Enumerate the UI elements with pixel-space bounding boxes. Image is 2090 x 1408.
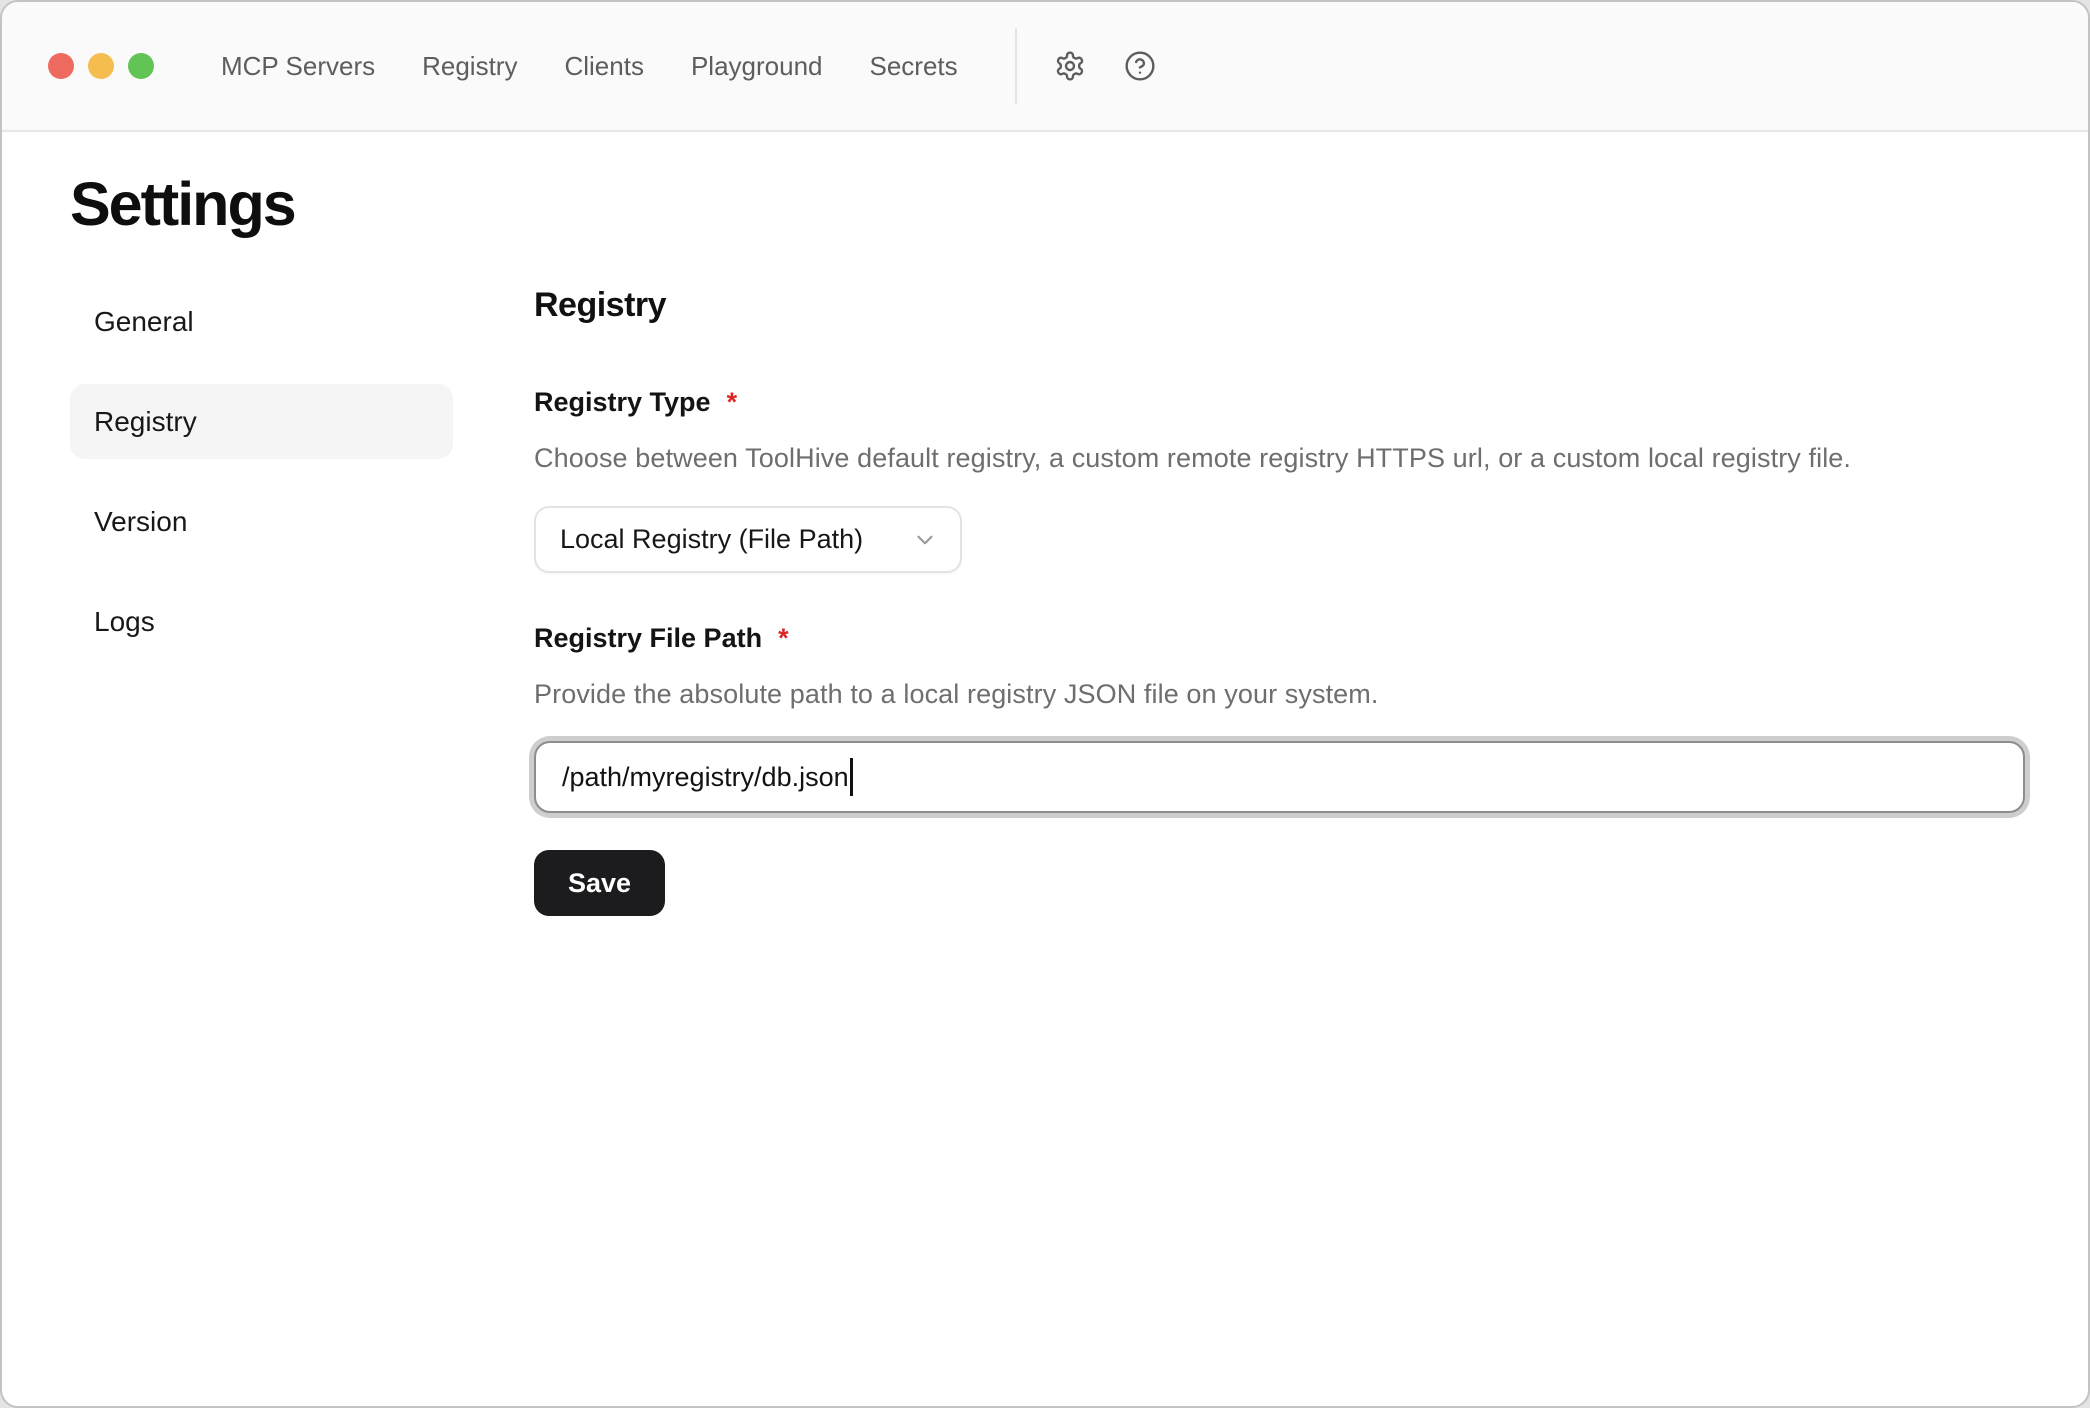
nav-item-mcp-servers[interactable]: MCP Servers [221,51,375,82]
registry-type-selected-value: Local Registry (File Path) [560,524,863,555]
nav-item-registry[interactable]: Registry [422,51,517,82]
app-window: MCP Servers Registry Clients Playground … [0,0,2090,1408]
help-circle-icon [1124,50,1156,82]
save-button[interactable]: Save [534,850,665,916]
registry-type-label: Registry Type [534,387,711,418]
nav-item-secrets[interactable]: Secrets [870,51,958,82]
settings-button[interactable] [1053,49,1087,83]
section-heading: Registry [534,286,2025,325]
registry-file-path-input[interactable]: /path/myregistry/db.json [534,741,2025,813]
window-zoom-button[interactable] [128,53,154,79]
sidebar-item-label: Logs [94,606,155,638]
top-navigation: MCP Servers Registry Clients Playground … [221,51,958,82]
text-cursor [850,758,853,796]
settings-sidebar: General Registry Version Logs [70,284,453,916]
titlebar: MCP Servers Registry Clients Playground … [2,2,2088,132]
topbar-divider [1015,28,1017,104]
page-title: Settings [70,171,2088,238]
sidebar-item-label: Version [94,506,187,538]
registry-file-path-value: /path/myregistry/db.json [562,762,849,793]
nav-item-playground[interactable]: Playground [691,51,823,82]
registry-settings-panel: Registry Registry Type * Choose between … [534,284,2025,916]
registry-file-path-label: Registry File Path [534,623,762,654]
sidebar-item-version[interactable]: Version [70,484,453,559]
nav-item-clients[interactable]: Clients [564,51,643,82]
sidebar-item-label: General [94,306,194,338]
gear-icon [1054,50,1086,82]
required-asterisk: * [778,623,789,654]
sidebar-item-registry[interactable]: Registry [70,384,453,459]
registry-type-select[interactable]: Local Registry (File Path) [534,506,962,573]
settings-page: Settings General Registry Version Logs [2,132,2088,916]
required-asterisk: * [727,387,738,418]
registry-file-path-description: Provide the absolute path to a local reg… [534,679,2025,710]
sidebar-item-label: Registry [94,406,197,438]
chevron-down-icon [912,527,938,553]
window-minimize-button[interactable] [88,53,114,79]
window-close-button[interactable] [48,53,74,79]
registry-type-description: Choose between ToolHive default registry… [534,443,2025,474]
help-button[interactable] [1123,49,1157,83]
traffic-lights [48,53,154,79]
sidebar-item-logs[interactable]: Logs [70,584,453,659]
sidebar-item-general[interactable]: General [70,284,453,359]
